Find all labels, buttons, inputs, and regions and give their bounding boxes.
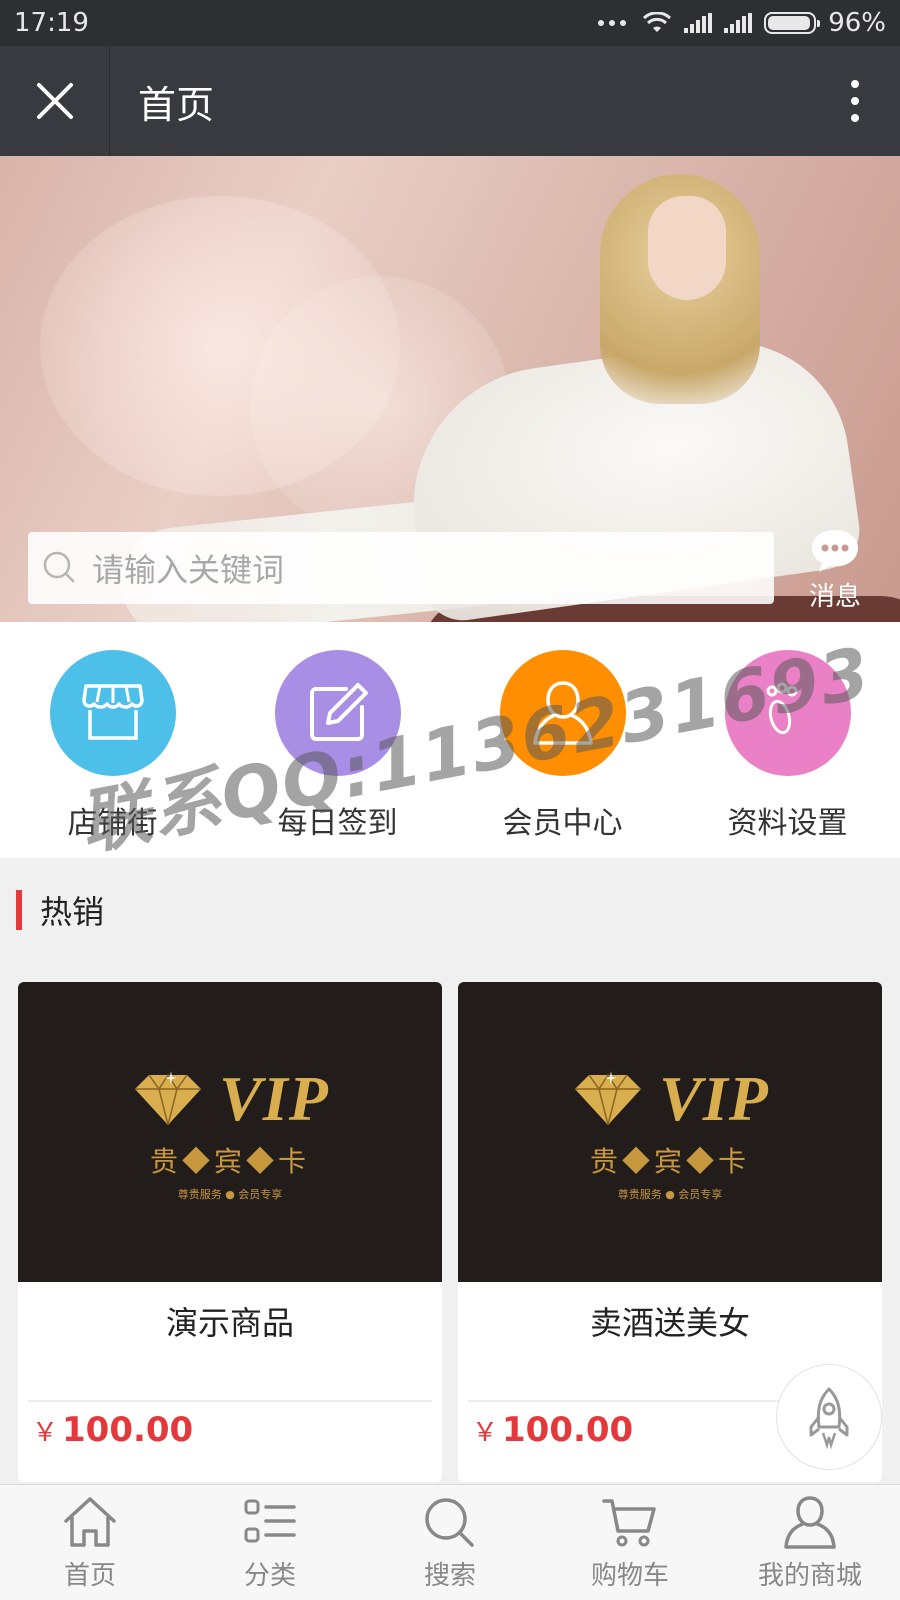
vip-text: VIP: [659, 1063, 769, 1134]
diamond-icon: [135, 1071, 202, 1126]
tab-my-mall[interactable]: 我的商城: [720, 1485, 900, 1600]
currency-symbol: ￥: [32, 1418, 59, 1448]
user-icon: [784, 1496, 836, 1549]
tab-label: 购物车: [590, 1561, 669, 1591]
section-accent-bar: [16, 890, 22, 930]
product-price: ￥ 100.00: [32, 1410, 193, 1450]
home-icon: [64, 1497, 116, 1547]
product-image[interactable]: VIP 贵◆宾◆卡 尊贵服务 ● 会员专享: [458, 982, 882, 1282]
vip-subtitle: 贵◆宾◆卡: [589, 1147, 750, 1178]
bottom-tab-bar: 首页 分类 搜索 购物车 我的商城: [0, 1484, 900, 1600]
signal-icon: [684, 13, 713, 33]
section-title: 热销: [40, 893, 105, 931]
storefront-icon: [81, 684, 144, 740]
section-header: 热销: [0, 880, 900, 940]
price-value: 100.00: [502, 1410, 634, 1450]
search-icon: [425, 1498, 474, 1547]
signal-icon-2: [724, 13, 753, 33]
product-image[interactable]: VIP 贵◆宾◆卡 尊贵服务 ● 会员专享: [18, 982, 442, 1282]
close-icon: [36, 83, 73, 119]
message-label: 消息: [808, 582, 861, 612]
vip-tagline: 尊贵服务 ● 会员专享: [617, 1188, 723, 1201]
vip-tagline: 尊贵服务 ● 会员专享: [177, 1188, 283, 1201]
more-dots-icon: [598, 20, 627, 26]
battery-percent: 96%: [828, 8, 886, 38]
tab-label: 首页: [63, 1561, 116, 1591]
quick-menu-label: 会员中心: [502, 806, 623, 841]
search-input[interactable]: 请输入关键词: [28, 532, 774, 604]
diamond-icon: [575, 1071, 642, 1126]
product-name[interactable]: 卖酒送美女: [458, 1298, 882, 1344]
status-time: 17:19: [14, 8, 89, 38]
product-price: ￥ 100.00: [472, 1410, 633, 1450]
list-icon: [244, 1499, 296, 1543]
tab-cart[interactable]: 购物车: [540, 1485, 720, 1600]
tab-label: 搜索: [423, 1561, 476, 1591]
quick-menu-label: 资料设置: [727, 806, 848, 841]
message-button[interactable]: 消息: [790, 528, 880, 618]
back-to-top-button[interactable]: [776, 1364, 882, 1470]
wifi-icon: [643, 12, 672, 32]
vip-text: VIP: [219, 1063, 329, 1134]
status-bar: 17:19 96%: [0, 0, 900, 46]
tab-home[interactable]: 首页: [0, 1485, 180, 1600]
nav-bar: 首页: [0, 46, 900, 156]
rocket-icon: [809, 1387, 849, 1449]
divider: [28, 1400, 432, 1402]
chat-bubble-icon: [812, 530, 858, 572]
battery-icon: [764, 12, 821, 34]
search-placeholder: 请输入关键词: [92, 551, 285, 589]
tab-search[interactable]: 搜索: [360, 1485, 540, 1600]
product-name[interactable]: 演示商品: [18, 1298, 442, 1344]
page-title: 首页: [138, 82, 215, 127]
product-card[interactable]: VIP 贵◆宾◆卡 尊贵服务 ● 会员专享 演示商品 ￥ 100.00: [18, 982, 442, 1482]
status-icons: 96%: [598, 8, 886, 38]
vip-subtitle: 贵◆宾◆卡: [149, 1147, 310, 1178]
tab-label: 分类: [243, 1561, 296, 1591]
more-menu-button[interactable]: [810, 46, 900, 156]
close-button[interactable]: [0, 46, 110, 156]
search-icon: [43, 551, 75, 583]
cart-icon: [602, 1499, 656, 1547]
currency-symbol: ￥: [472, 1418, 499, 1448]
price-value: 100.00: [62, 1410, 194, 1450]
tab-category[interactable]: 分类: [180, 1485, 360, 1600]
tab-label: 我的商城: [757, 1561, 862, 1591]
